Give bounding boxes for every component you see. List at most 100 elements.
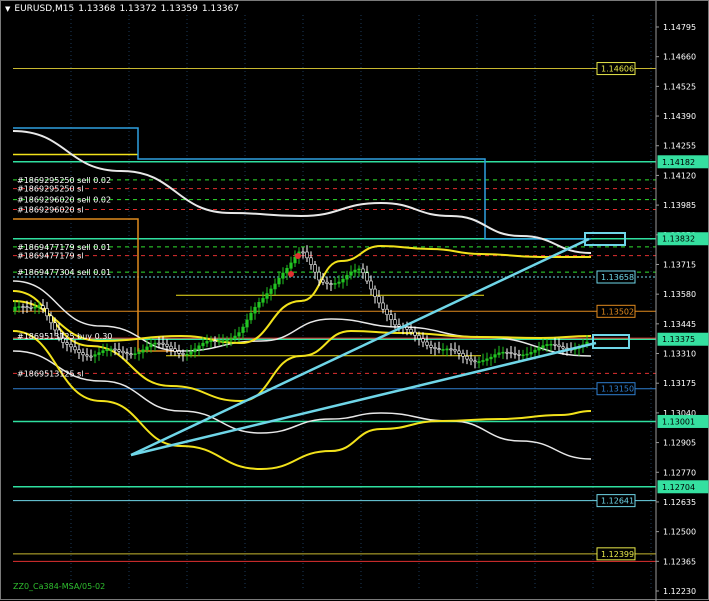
candle-body [365, 272, 369, 282]
candle-body [141, 349, 145, 353]
candle-body [229, 338, 233, 341]
candle-body [313, 264, 317, 273]
candle-body [201, 342, 205, 347]
axis-tick-label: 1.13175 [663, 379, 696, 388]
candle-body [101, 350, 105, 353]
candle-body [185, 353, 189, 356]
candle-body [389, 314, 393, 320]
candle-body [413, 331, 417, 336]
candle-body [409, 328, 413, 333]
candle-body [193, 348, 197, 353]
ma-yellow-upper [12, 244, 591, 345]
candle-body [277, 277, 281, 285]
candle-body [361, 268, 365, 274]
candle-body [329, 283, 333, 285]
candle-body [129, 353, 133, 356]
candle-body [137, 351, 141, 355]
candle-body [165, 343, 169, 347]
candle-body [105, 349, 109, 352]
candle-body [405, 326, 409, 330]
candle-body [289, 262, 293, 269]
target-box-lower [592, 334, 630, 349]
price-tag-label: 1.13001 [662, 417, 695, 426]
candle-body [93, 354, 97, 357]
candle-body [449, 348, 453, 351]
candle-body [177, 351, 181, 354]
candle-body [465, 355, 469, 360]
price-tag-label: 1.12641 [601, 497, 634, 506]
candle-body [205, 341, 209, 344]
candle-body [453, 349, 457, 352]
candle-body [53, 322, 57, 331]
candle-body [417, 335, 421, 339]
candle-body [421, 338, 425, 343]
candle-body [125, 352, 129, 355]
candle-body [233, 335, 237, 339]
order-label: #1869296020 sl [17, 206, 84, 215]
candle-body [133, 353, 137, 356]
order-label: #1869513125 buy 0.30 [17, 332, 112, 341]
candle-body [13, 306, 17, 312]
candle-body [237, 332, 241, 337]
candle-body [29, 306, 33, 309]
candle-body [513, 353, 517, 355]
axis-tick-label: 1.12230 [663, 587, 696, 596]
candle-body [265, 293, 269, 299]
candle-body [373, 288, 377, 297]
trendline-lower [130, 341, 597, 457]
chart-header: ▼ EURUSD,M15 1.13368 1.13372 1.13359 1.1… [5, 4, 239, 14]
axis-tick-label: 1.14525 [663, 82, 696, 91]
candle-body [225, 339, 229, 342]
candle-body [221, 340, 225, 342]
order-label: #1869513125 sl [17, 369, 84, 378]
order-label: #1869295250 sell 0.02 [17, 176, 111, 185]
price-chart[interactable]: #1869295250 sell 0.02#1869295250 sl #1869… [1, 1, 709, 601]
candle-body [209, 340, 213, 342]
price-tag-label: 1.13502 [601, 307, 634, 316]
candle-body [113, 348, 117, 351]
candle-body [121, 350, 125, 354]
candle-body [245, 319, 249, 328]
price-tag-label: 1.13832 [662, 235, 695, 244]
ma-white-mid [12, 280, 592, 357]
axis-tick-label: 1.14255 [663, 142, 696, 151]
price-tag-label: 1.13150 [601, 385, 634, 394]
candle-body [349, 271, 353, 276]
triangle-down-icon[interactable]: ▼ [5, 5, 10, 13]
candle-body [377, 296, 381, 304]
order-label: #1869477179 sl [17, 252, 84, 261]
arrow-marker [295, 253, 301, 259]
symbol-label: EURUSD,M15 [14, 4, 75, 14]
axis-tick-label: 1.13715 [663, 260, 696, 269]
ma-yellow-mid [12, 290, 592, 403]
price-tag-label: 1.12704 [662, 483, 695, 492]
candle-body [345, 275, 349, 280]
ma-white-lower [12, 350, 592, 460]
price-tag-label: 1.12399 [601, 550, 634, 559]
axis-tick-label: 1.14660 [663, 53, 696, 62]
candle-body [549, 343, 553, 346]
price-tag-label: 1.14606 [601, 65, 634, 74]
price-tag-label: 1.14182 [662, 158, 695, 167]
candle-body [425, 341, 429, 346]
candle-body [241, 326, 245, 333]
candle-body [69, 343, 73, 348]
axis-tick-label: 1.14795 [663, 23, 696, 32]
candle-body [437, 348, 441, 350]
candle-body [493, 354, 497, 358]
candle-body [461, 353, 465, 357]
candle-body [553, 343, 557, 346]
candle-body [281, 272, 285, 279]
chart-window[interactable]: #1869295250 sell 0.02 #1869295250 sl #1869… [0, 0, 709, 601]
axis-tick-label: 1.13310 [663, 350, 696, 359]
candlesticks [13, 245, 589, 369]
candle-body [45, 308, 49, 317]
candle-body [21, 306, 25, 308]
candle-body [369, 280, 373, 290]
candle-body [433, 347, 437, 349]
candle-body [273, 283, 277, 290]
candle-body [533, 349, 537, 353]
price-tag-label: 1.13375 [662, 335, 695, 344]
candle-body [161, 342, 165, 345]
candle-body [269, 288, 273, 294]
